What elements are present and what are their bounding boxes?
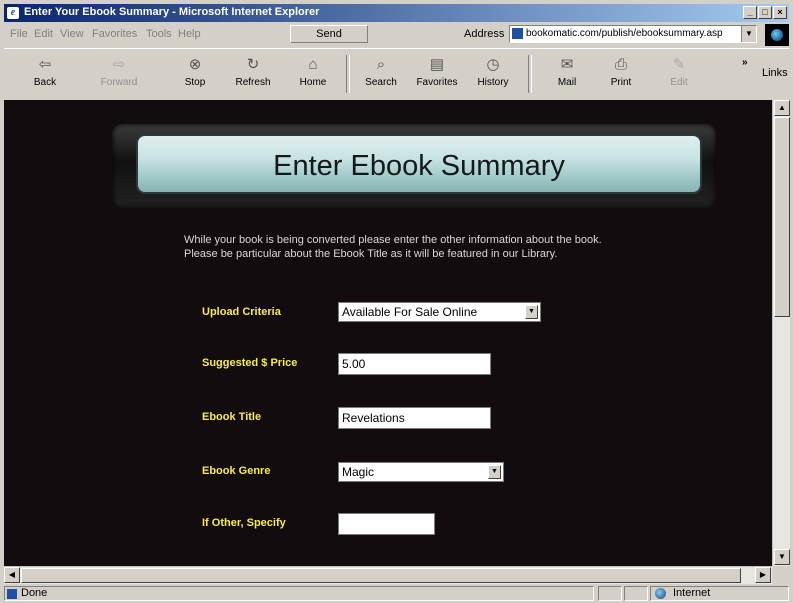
ebook-title-label: Ebook Title xyxy=(202,411,262,423)
menu-tools[interactable]: Tools xyxy=(146,28,172,40)
favorites-button[interactable]: ▤ Favorites xyxy=(414,53,460,95)
zone-text: Internet xyxy=(673,587,711,599)
history-icon: ◷ xyxy=(486,56,500,73)
banner-frame: Enter Ebook Summary xyxy=(112,124,716,208)
ie-app-icon: e xyxy=(7,7,19,19)
status-text: Done xyxy=(21,587,48,599)
refresh-icon: ↻ xyxy=(246,56,260,73)
menu-favorites[interactable]: Favorites xyxy=(92,28,137,40)
status-bar: Done Internet xyxy=(4,585,789,603)
scrollbar-corner xyxy=(772,566,789,583)
scroll-up-icon[interactable]: ▲ xyxy=(774,100,790,116)
back-button[interactable]: ⇦ Back xyxy=(22,53,68,95)
forward-button[interactable]: ⇨ Forward xyxy=(96,53,142,95)
maximize-button[interactable]: □ xyxy=(758,6,772,19)
other-genre-input[interactable] xyxy=(338,513,435,535)
ebook-genre-select[interactable]: Magic ▼ xyxy=(338,462,504,482)
scroll-left-icon[interactable]: ◀ xyxy=(4,567,20,583)
upload-criteria-select[interactable]: Available For Sale Online ▼ xyxy=(338,302,541,322)
address-dropdown-icon[interactable]: ▼ xyxy=(741,26,756,42)
menu-view[interactable]: View xyxy=(60,28,84,40)
chevron-down-icon[interactable]: ▼ xyxy=(525,305,538,319)
address-url[interactable]: bookomatic.com/publish/ebooksummary.asp xyxy=(526,28,723,39)
toolbar-separator xyxy=(528,55,532,93)
ebook-genre-value: Magic xyxy=(342,465,375,479)
status-cell xyxy=(624,586,648,601)
mail-icon: ✉ xyxy=(560,56,574,73)
back-arrow-icon: ⇦ xyxy=(38,56,52,73)
vertical-scroll-thumb[interactable] xyxy=(774,117,790,317)
ebook-title-input[interactable]: Revelations xyxy=(338,407,491,429)
home-icon: ⌂ xyxy=(308,56,318,73)
minimize-button[interactable]: _ xyxy=(743,6,757,19)
menu-help[interactable]: Help xyxy=(178,28,201,40)
upload-criteria-label: Upload Criteria xyxy=(202,306,281,318)
window-controls: _ □ × xyxy=(743,6,787,19)
toolbar-overflow-chevron-icon[interactable]: » xyxy=(742,57,748,68)
address-bar[interactable]: bookomatic.com/publish/ebooksummary.asp … xyxy=(509,25,757,43)
search-button[interactable]: ⌕ Search xyxy=(358,53,404,95)
horizontal-scroll-thumb[interactable] xyxy=(21,568,741,583)
links-label[interactable]: Links xyxy=(762,67,788,79)
menu-edit[interactable]: Edit xyxy=(34,28,53,40)
search-icon: ⌕ xyxy=(376,56,386,73)
menu-bar: File Edit View Favorites Tools Help Send… xyxy=(4,24,789,46)
intro-line-1: While your book is being converted pleas… xyxy=(184,234,602,246)
window-title: Enter Your Ebook Summary - Microsoft Int… xyxy=(24,6,320,18)
address-label: Address xyxy=(464,28,505,40)
print-button[interactable]: ⎙ Print xyxy=(598,53,644,95)
stop-icon: ⊗ xyxy=(188,56,202,73)
horizontal-scrollbar[interactable]: ◀ ▶ xyxy=(4,566,772,584)
intro-line-2: Please be particular about the Ebook Tit… xyxy=(184,248,558,260)
stop-button[interactable]: ⊗ Stop xyxy=(172,53,218,95)
edit-button[interactable]: ✎ Edit xyxy=(656,53,702,95)
vertical-scrollbar[interactable]: ▲ ▼ xyxy=(772,100,790,566)
forward-arrow-icon: ⇨ xyxy=(112,56,126,73)
close-button[interactable]: × xyxy=(773,6,787,19)
history-button[interactable]: ◷ History xyxy=(470,53,516,95)
ebook-genre-label: Ebook Genre xyxy=(202,465,271,477)
send-button[interactable]: Send xyxy=(290,25,368,43)
chevron-down-icon[interactable]: ▼ xyxy=(488,465,501,479)
page-title: Enter Ebook Summary xyxy=(273,150,565,182)
upload-criteria-value: Available For Sale Online xyxy=(342,305,478,319)
title-bar: e Enter Your Ebook Summary - Microsoft I… xyxy=(4,4,789,22)
favorites-icon: ▤ xyxy=(429,56,445,73)
ie-throbber-logo xyxy=(765,24,789,46)
mail-button[interactable]: ✉ Mail xyxy=(544,53,590,95)
scroll-right-icon[interactable]: ▶ xyxy=(755,567,771,583)
edit-icon: ✎ xyxy=(672,56,686,73)
scroll-down-icon[interactable]: ▼ xyxy=(774,549,790,565)
status-message: Done xyxy=(4,586,594,601)
toolbar-separator xyxy=(346,55,350,93)
standard-toolbar: ⇦ Back ⇨ Forward ⊗ Stop ↻ Refresh ⌂ Home ⌕ Sea… xyxy=(4,48,789,99)
price-label: Suggested $ Price xyxy=(202,357,298,369)
other-genre-label: If Other, Specify xyxy=(202,517,286,529)
globe-icon xyxy=(655,588,666,599)
page-done-icon xyxy=(7,589,17,599)
security-zone: Internet xyxy=(650,586,789,601)
status-cell xyxy=(598,586,622,601)
intro-text: While your book is being converted pleas… xyxy=(184,233,602,261)
menu-file[interactable]: File xyxy=(10,28,28,40)
banner-plate: Enter Ebook Summary xyxy=(136,134,702,194)
home-button[interactable]: ⌂ Home xyxy=(290,53,336,95)
page-content: Enter Ebook Summary While your book is b… xyxy=(4,100,772,566)
price-input[interactable]: 5.00 xyxy=(338,353,491,375)
print-icon: ⎙ xyxy=(614,56,627,73)
refresh-button[interactable]: ↻ Refresh xyxy=(230,53,276,95)
page-icon xyxy=(512,28,523,39)
